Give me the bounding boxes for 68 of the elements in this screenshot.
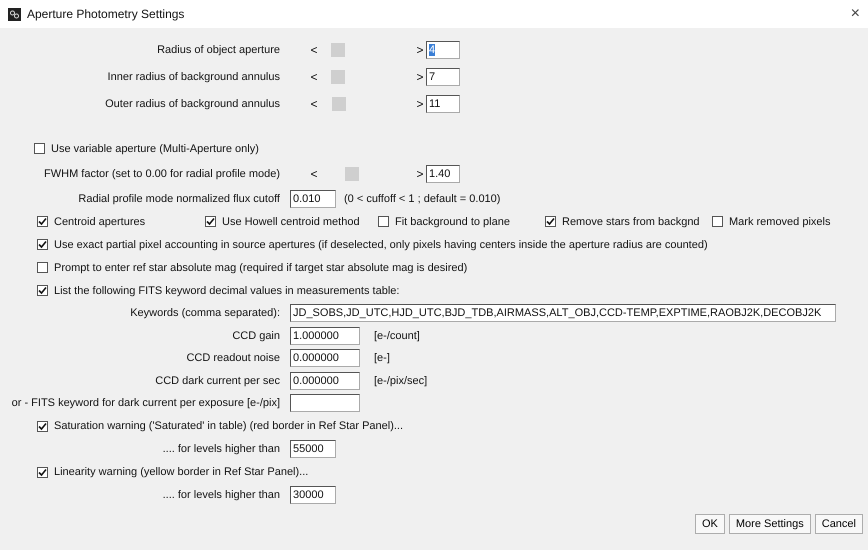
field-label: CCD readout noise <box>186 352 280 364</box>
keyword-field[interactable] <box>290 394 360 412</box>
checkbox-label: List the following FITS keyword decimal values in measurements table: <box>54 284 400 296</box>
checkbox[interactable] <box>712 216 723 227</box>
slider-label: Radius of object aperture <box>157 44 280 56</box>
app-icon <box>8 8 21 20</box>
checkbox-label: Remove stars from backgnd <box>562 216 700 228</box>
checkbox[interactable] <box>37 239 48 250</box>
dialog-button[interactable]: More Settings <box>728 514 811 534</box>
keywords-field[interactable]: JD_SOBS,JD_UTC,HJD_UTC,BJD_TDB,AIRMASS,ALT_OBJ,CCD-TEMP,EXPTIME,RAOBJ2K,DECOBJ2K <box>290 304 836 322</box>
checkbox[interactable] <box>378 216 389 227</box>
checkbox-label: Centroid apertures <box>54 216 146 228</box>
checkbox-label: Use exact partial pixel accounting in source apertures (if deselected, only pixels having centers inside the aperture radius are counted) <box>54 238 708 250</box>
decrease-button[interactable]: < <box>308 42 320 56</box>
value-field[interactable]: 1.40 <box>426 164 460 182</box>
close-button[interactable]: × <box>850 5 860 23</box>
decrease-button[interactable]: < <box>308 70 320 84</box>
slider-thumb[interactable] <box>344 166 359 180</box>
checkbox-label: Saturation warning ('Saturated' in table) (red border in Ref Star Panel)... <box>54 420 404 432</box>
number-field[interactable]: 0.000000 <box>290 349 360 368</box>
checkbox[interactable] <box>37 285 48 296</box>
value-field[interactable]: 4 <box>426 40 460 58</box>
unit-label: [e-/count] <box>374 330 420 342</box>
checkbox[interactable] <box>545 216 556 227</box>
checkbox-label: Fit background to plane <box>395 216 510 228</box>
slider-label: Inner radius of background annulus <box>108 70 280 82</box>
slider-label: Outer radius of background annulus <box>105 98 280 110</box>
increase-button[interactable]: > <box>414 70 426 84</box>
value-field[interactable]: 11 <box>426 94 460 112</box>
checkbox[interactable] <box>37 466 48 478</box>
field-label: .... for levels higher than <box>162 489 280 501</box>
value-field[interactable]: 7 <box>426 68 460 86</box>
number-field[interactable]: 55000 <box>290 440 336 458</box>
checkbox[interactable] <box>34 143 45 154</box>
decrease-button[interactable]: < <box>308 166 320 180</box>
field-label: CCD gain <box>232 330 280 342</box>
increase-button[interactable]: > <box>414 96 426 110</box>
checkbox-label: Use Howell centroid method <box>222 216 360 228</box>
unit-label: [e-/pix/sec] <box>374 374 428 387</box>
number-field[interactable]: 30000 <box>290 486 336 504</box>
checkbox-label: Use variable aperture (Multi-Aperture only) <box>51 142 259 154</box>
decrease-button[interactable]: < <box>308 96 320 110</box>
field-label: or - FITS keyword for dark current per exposure [e-/pix] <box>12 397 280 410</box>
checkbox[interactable] <box>205 216 216 227</box>
unit-label: [e-] <box>374 352 390 364</box>
checkbox[interactable] <box>37 420 48 432</box>
slider-thumb[interactable] <box>331 70 346 84</box>
checkbox-label: Mark removed pixels <box>729 216 830 228</box>
checkbox[interactable] <box>37 262 48 273</box>
field-label: Keywords (comma separated): <box>130 307 280 320</box>
checkbox[interactable] <box>37 216 48 227</box>
dialog-button[interactable]: Cancel <box>814 514 863 534</box>
slider-label: FWHM factor (set to 0.00 for radial profile mode) <box>44 168 280 180</box>
checkbox-label: Prompt to enter ref star absolute mag (required if target star absolute mag is desired) <box>54 262 468 274</box>
slider-thumb[interactable] <box>332 96 346 110</box>
dialog-button[interactable]: OK <box>694 514 725 534</box>
number-field[interactable]: 0.000000 <box>290 372 360 390</box>
checkbox-label: Linearity warning (yellow border in Ref Star Panel)... <box>54 466 308 478</box>
number-field[interactable]: 1.000000 <box>290 326 360 345</box>
cutoff-field[interactable]: 0.010 <box>290 190 336 208</box>
field-label: CCD dark current per sec <box>155 374 280 387</box>
slider-thumb[interactable] <box>330 42 344 56</box>
hint-text: (0 < cuffoff < 1 ; default = 0.010) <box>344 192 500 204</box>
increase-button[interactable]: > <box>414 42 426 56</box>
increase-button[interactable]: > <box>414 166 426 180</box>
window-title: Aperture Photometry Settings <box>27 7 186 21</box>
field-label: Radial profile mode normalized flux cutoff <box>78 192 280 204</box>
field-label: .... for levels higher than <box>162 443 280 455</box>
